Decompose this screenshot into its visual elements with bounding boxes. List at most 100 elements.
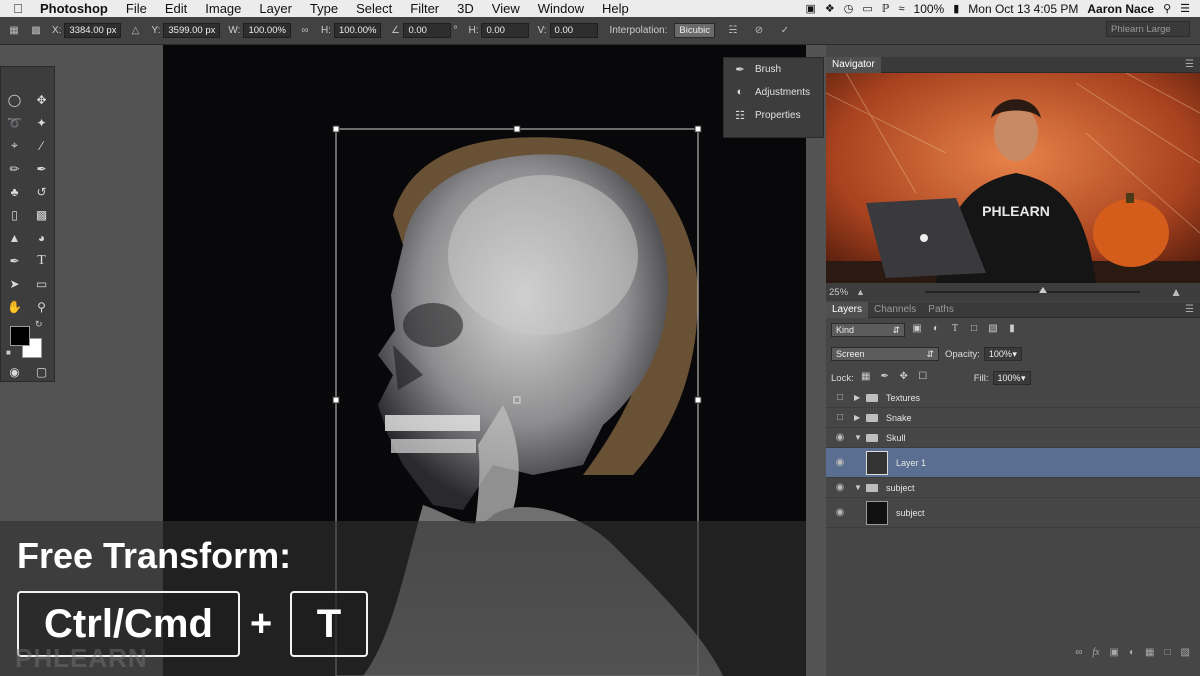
new-group-icon[interactable]: ▦ xyxy=(1145,647,1154,658)
visibility-toggle-off[interactable]: □ xyxy=(826,392,854,403)
lock-pixels-icon[interactable]: ✒ xyxy=(878,371,892,385)
link-layers-icon[interactable]: ∞ xyxy=(1075,647,1082,658)
menu-file[interactable]: File xyxy=(117,1,156,16)
menu-window[interactable]: Window xyxy=(529,1,593,16)
relative-position-icon[interactable]: △ xyxy=(127,25,143,36)
eyedropper-tool-icon[interactable]: ⁄ xyxy=(28,134,55,157)
path-selection-tool-icon[interactable]: ➤ xyxy=(1,272,28,295)
history-brush-tool-icon[interactable]: ↺ xyxy=(28,180,55,203)
menu-edit[interactable]: Edit xyxy=(156,1,196,16)
wifi-icon[interactable]: ≈ xyxy=(898,3,904,15)
new-layer-icon[interactable]: □ xyxy=(1165,647,1171,658)
navigator-zoom-slider[interactable] xyxy=(924,287,1141,293)
visibility-eye-icon[interactable]: ◉ xyxy=(826,457,854,468)
zoom-out-icon[interactable]: ▲ xyxy=(856,287,865,297)
expand-caret-icon[interactable]: ▶ xyxy=(854,393,866,402)
swap-colors-icon[interactable]: ↻ xyxy=(35,319,43,330)
default-colors-icon[interactable]: ■ xyxy=(6,348,11,357)
menu-3d[interactable]: 3D xyxy=(448,1,483,16)
collapse-caret-icon[interactable]: ▼ xyxy=(854,433,866,442)
bluetooth-icon[interactable]: ℙ xyxy=(882,2,890,15)
menu-view[interactable]: View xyxy=(483,1,529,16)
rotate-angle-field[interactable]: 0.00 xyxy=(403,23,452,38)
foreground-color-swatch[interactable] xyxy=(10,326,30,346)
time-machine-icon[interactable]: ◷ xyxy=(844,2,854,15)
gradient-tool-icon[interactable]: ▩ xyxy=(28,203,55,226)
quick-mask-icon[interactable]: ◉ xyxy=(1,360,28,383)
navigator-zoom-value[interactable]: 25% xyxy=(826,287,856,298)
brush-panel-button[interactable]: ✒ Brush xyxy=(724,58,823,81)
magic-wand-tool-icon[interactable]: ✦ xyxy=(28,111,55,134)
lasso-tool-icon[interactable]: ➰ xyxy=(1,111,28,134)
expand-caret-icon[interactable]: ▶ xyxy=(854,413,866,422)
tool-preset-icon[interactable]: ▦ xyxy=(6,25,22,36)
brush-tool-icon[interactable]: ✒ xyxy=(28,157,55,180)
x-position-field[interactable]: 3384.00 px xyxy=(64,23,122,38)
menu-type[interactable]: Type xyxy=(301,1,347,16)
layer-row-textures[interactable]: □ ▶ Textures xyxy=(826,388,1200,408)
layers-panel-menu-icon[interactable]: ☰ xyxy=(1185,304,1194,315)
reference-point-icon[interactable]: ▩ xyxy=(28,25,44,36)
tab-paths[interactable]: Paths xyxy=(922,302,960,318)
filter-type-icon[interactable]: T xyxy=(948,323,962,337)
layer-row-subject[interactable]: ◉ subject xyxy=(826,498,1200,528)
pen-tool-icon[interactable]: ✒ xyxy=(1,249,28,272)
lock-transparent-icon[interactable]: ▦ xyxy=(859,371,873,385)
dropbox-icon[interactable]: ❖ xyxy=(825,2,835,15)
camera-icon[interactable]: ▣ xyxy=(805,2,815,15)
healing-brush-tool-icon[interactable]: ✏ xyxy=(1,157,28,180)
lock-position-icon[interactable]: ✥ xyxy=(897,371,911,385)
tab-layers[interactable]: Layers xyxy=(826,301,869,318)
filter-adjustment-icon[interactable]: ◐ xyxy=(929,323,943,337)
battery-percent[interactable]: 100% xyxy=(914,2,945,16)
zoom-tool-icon[interactable]: ⚲ xyxy=(28,295,55,318)
menu-filter[interactable]: Filter xyxy=(401,1,448,16)
link-proportions-icon[interactable]: ∞ xyxy=(297,25,313,36)
delete-layer-icon[interactable]: ▧ xyxy=(1181,647,1190,658)
adjustments-panel-button[interactable]: ◐ Adjustments xyxy=(724,81,823,104)
v-skew-field[interactable]: 0.00 xyxy=(549,23,598,38)
hand-tool-icon[interactable]: ✋ xyxy=(1,295,28,318)
move-tool-icon[interactable]: ✥ xyxy=(28,88,55,111)
menu-app-photoshop[interactable]: Photoshop xyxy=(36,1,117,16)
menu-help[interactable]: Help xyxy=(593,1,638,16)
menu-image[interactable]: Image xyxy=(196,1,250,16)
elliptical-marquee-tool-icon[interactable]: ◯ xyxy=(1,88,28,111)
interpolation-select[interactable]: Bicubic xyxy=(674,23,715,38)
add-mask-icon[interactable]: ▣ xyxy=(1110,647,1119,658)
commit-transform-icon[interactable]: ✓ xyxy=(777,25,793,36)
visibility-eye-icon[interactable]: ◉ xyxy=(826,432,854,443)
spotlight-search-icon[interactable]: ⚲ xyxy=(1163,2,1171,15)
visibility-eye-icon[interactable]: ◉ xyxy=(826,507,854,518)
blend-mode-select[interactable]: Screen ⇵ xyxy=(831,347,939,361)
fill-field[interactable]: 100% ▾ xyxy=(992,371,1031,385)
cancel-transform-icon[interactable]: ⊘ xyxy=(751,25,767,36)
new-adjustment-icon[interactable]: ◐ xyxy=(1129,647,1135,658)
navigator-panel-menu-icon[interactable]: ☰ xyxy=(1185,59,1194,70)
layer-row-skull[interactable]: ◉ ▼ Skull xyxy=(826,428,1200,448)
airplay-icon[interactable]: ▭ xyxy=(862,2,872,15)
visibility-eye-icon[interactable]: ◉ xyxy=(826,482,854,493)
tab-navigator[interactable]: Navigator xyxy=(826,56,881,73)
user-name[interactable]: Aaron Nace xyxy=(1087,2,1154,16)
notification-center-icon[interactable]: ☰ xyxy=(1180,2,1190,15)
menu-layer[interactable]: Layer xyxy=(250,1,301,16)
clone-stamp-tool-icon[interactable]: ♣ xyxy=(1,180,28,203)
zoom-in-icon[interactable]: ▲ xyxy=(1170,285,1182,299)
layer-row-snake[interactable]: □ ▶ Snake xyxy=(826,408,1200,428)
filter-shape-icon[interactable]: □ xyxy=(967,323,981,337)
width-field[interactable]: 100.00% xyxy=(243,23,291,38)
layer-style-icon[interactable]: fx xyxy=(1092,647,1099,658)
apple-menu-icon[interactable]:  xyxy=(0,1,36,16)
opacity-field[interactable]: 100% ▾ xyxy=(983,347,1022,361)
eraser-tool-icon[interactable]: ▯ xyxy=(1,203,28,226)
navigator-zoom-thumb[interactable] xyxy=(1039,287,1048,293)
blur-tool-icon[interactable]: ▲ xyxy=(1,226,28,249)
navigator-preview[interactable]: PHLEARN xyxy=(826,73,1200,283)
y-position-field[interactable]: 3599.00 px xyxy=(163,23,221,38)
crop-tool-icon[interactable]: ⌖ xyxy=(1,134,28,157)
battery-icon[interactable]: ▮ xyxy=(953,2,959,15)
menu-clock[interactable]: Mon Oct 13 4:05 PM xyxy=(968,2,1078,16)
rectangle-tool-icon[interactable]: ▭ xyxy=(28,272,55,295)
visibility-toggle-off[interactable]: □ xyxy=(826,412,854,423)
